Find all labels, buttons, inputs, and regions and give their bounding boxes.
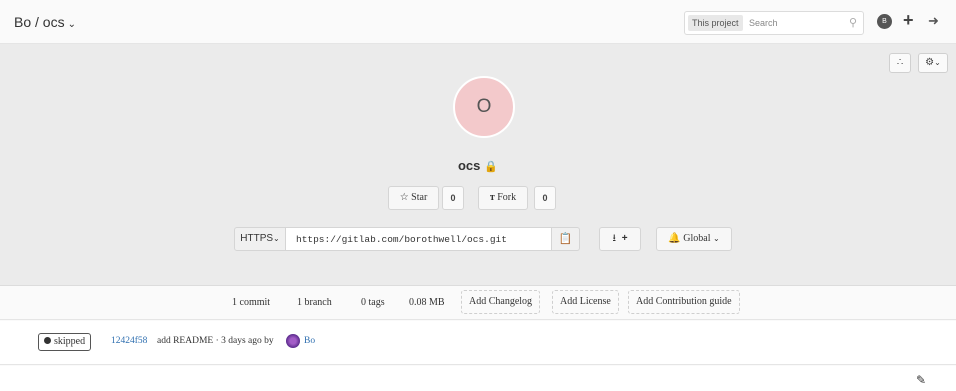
download-add-button-group[interactable]: ⭳ + [599, 227, 641, 251]
commit-sha-link[interactable]: 12424f58 [111, 336, 147, 346]
add-license-button[interactable]: Add License [552, 290, 619, 314]
new-item-plus-icon[interactable]: + [903, 10, 914, 31]
sign-out-icon[interactable]: ➜ [928, 13, 939, 29]
search-box: This project ⚲ [684, 11, 864, 35]
project-stats-bar: 1 commit 1 branch 0 tags 0.08 MB Add Cha… [0, 286, 956, 320]
fork-icon: ᴛ [489, 192, 495, 203]
project-title: ocs 🔒 [0, 158, 956, 173]
gear-icon: ⚙ [925, 57, 935, 68]
protocol-dropdown[interactable]: HTTPS⌄ [234, 227, 286, 251]
rss-button[interactable]: ∴ [889, 53, 911, 73]
repo-size: 0.08 MB [409, 297, 445, 308]
notification-label: Global [683, 233, 711, 244]
star-label: Star [411, 192, 428, 203]
chevron-down-icon: ⌄ [712, 234, 720, 243]
project-name: ocs [457, 158, 481, 173]
commit-message: add README · 3 days ago by [157, 336, 274, 346]
fork-label: Fork [497, 192, 517, 203]
clone-url-input[interactable] [286, 227, 552, 251]
author-link[interactable]: Bo [304, 336, 315, 346]
chevron-down-icon: ⌄ [273, 234, 280, 243]
author-avatar[interactable] [286, 334, 300, 348]
last-commit-bar: skipped 12424f58 add README · 3 days ago… [0, 321, 956, 365]
fork-count[interactable]: 0 [534, 186, 556, 210]
tags-link[interactable]: 0 tags [361, 297, 385, 308]
protocol-label: HTTPS [240, 233, 274, 244]
commits-link[interactable]: 1 commit [232, 297, 270, 308]
copy-url-button[interactable]: 📋 [552, 227, 580, 251]
user-avatar[interactable]: B [877, 14, 892, 29]
search-input[interactable] [749, 15, 841, 31]
project-header: ∴ ⚙⌄ O ocs🔒 ☆ Star 0 ᴛ Fork 0 HTTPS⌄ 📋 ⭳… [0, 44, 956, 286]
branches-link[interactable]: 1 branch [297, 297, 332, 308]
bell-icon: 🔔 [668, 233, 681, 244]
readme-area [0, 366, 956, 391]
search-icon: ⚲ [848, 17, 857, 29]
rss-icon: ∴ [896, 57, 904, 68]
add-contribution-guide-button[interactable]: Add Contribution guide [628, 290, 740, 314]
ci-status-label: skipped [54, 336, 86, 347]
breadcrumb-label: Bo / ocs [14, 14, 65, 30]
clipboard-icon: 📋 [558, 233, 573, 245]
download-icon: ⭳ [612, 233, 616, 244]
lock-icon: 🔒 [484, 161, 499, 173]
add-changelog-button[interactable]: Add Changelog [461, 290, 541, 314]
pencil-icon[interactable]: ✎ [916, 373, 926, 387]
plus-icon: + [621, 233, 628, 244]
status-dot-icon [44, 337, 51, 344]
star-count[interactable]: 0 [442, 186, 464, 210]
project-breadcrumb[interactable]: Bo / ocs ⌄ [14, 14, 76, 30]
fork-button[interactable]: ᴛ Fork [478, 186, 528, 210]
search-scope-badge[interactable]: This project [688, 15, 743, 31]
ci-status-badge[interactable]: skipped [38, 333, 92, 351]
chevron-down-icon: ⌄ [934, 58, 941, 67]
top-navbar: Bo / ocs⌄ This project ⚲ B + ➜ [0, 0, 956, 44]
chevron-down-icon: ⌄ [67, 19, 76, 30]
star-icon: ☆ [399, 192, 409, 203]
star-button[interactable]: ☆ Star [388, 186, 439, 210]
notification-dropdown[interactable]: 🔔 Global ⌄ [656, 227, 732, 251]
project-avatar: O [453, 76, 515, 138]
settings-dropdown-button[interactable]: ⚙⌄ [918, 53, 948, 73]
